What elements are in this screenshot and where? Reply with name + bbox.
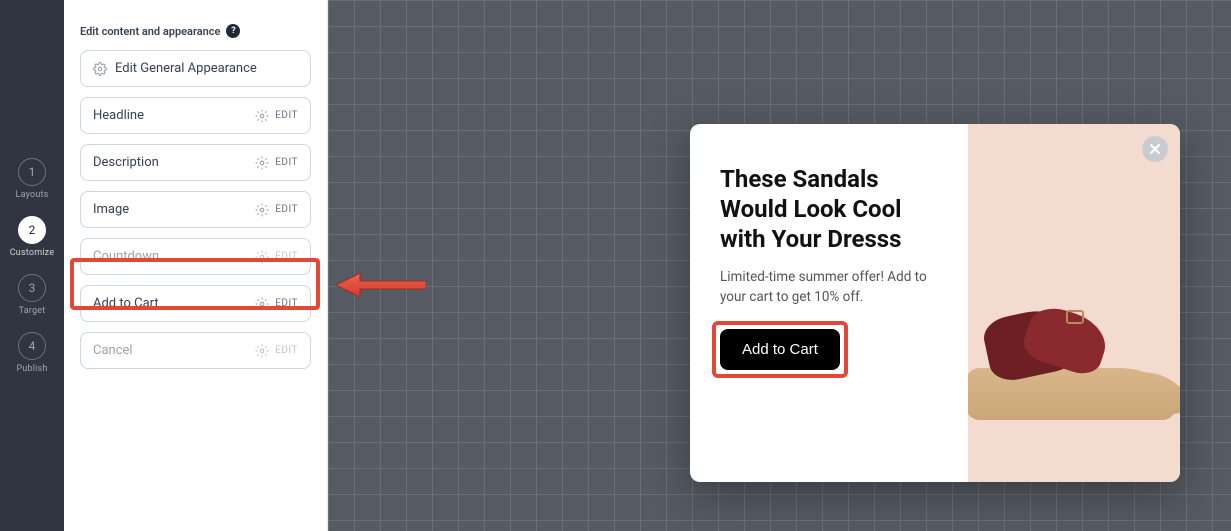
popup-description: Limited-time summer offer! Add to your c… [720,268,942,307]
help-icon[interactable]: ? [226,24,240,38]
block-label: Countdown [93,249,159,264]
popup-cta-wrap: Add to Cart [720,329,840,370]
block-countdown[interactable]: Countdown EDIT [80,238,311,275]
block-label: Headline [93,108,144,123]
block-cancel[interactable]: Cancel EDIT [80,332,311,369]
preview-canvas: These Sandals Would Look Cool with Your … [328,0,1231,531]
block-image[interactable]: Image EDIT [80,191,311,228]
sidebar-header: Edit content and appearance ? [80,24,311,38]
close-icon [1149,143,1161,155]
step-label: Layouts [16,190,49,200]
popup-close-button[interactable] [1142,136,1168,162]
gear-icon [255,156,269,170]
annotation-arrow-icon [336,273,426,297]
popup-add-to-cart-button[interactable]: Add to Cart [720,329,840,370]
customize-sidebar: Edit content and appearance ? Edit Gener… [64,0,328,531]
popup-preview: These Sandals Would Look Cool with Your … [690,124,1180,482]
block-label: Image [93,202,129,217]
step-number: 2 [18,216,46,244]
edit-label: EDIT [275,251,298,262]
gear-icon [255,297,269,311]
step-layouts[interactable]: 1 Layouts [16,158,49,200]
block-add-to-cart[interactable]: Add to Cart EDIT [80,285,311,322]
gear-icon [255,344,269,358]
block-label: Cancel [93,343,133,358]
step-label: Publish [16,364,47,374]
gear-icon [93,62,107,76]
step-rail: 1 Layouts 2 Customize 3 Target 4 Publish [0,0,64,531]
step-target[interactable]: 3 Target [18,274,46,316]
edit-label: EDIT [275,345,298,356]
step-publish[interactable]: 4 Publish [16,332,47,374]
step-number: 1 [18,158,46,186]
edit-label: EDIT [275,204,298,215]
step-label: Target [19,306,46,316]
step-number: 4 [18,332,46,360]
step-number: 3 [18,274,46,302]
edit-general-appearance-button[interactable]: Edit General Appearance [80,50,311,87]
product-illustration [968,270,1180,420]
edit-label: EDIT [275,110,298,121]
popup-image [968,124,1180,482]
general-appearance-label: Edit General Appearance [115,61,257,76]
edit-label: EDIT [275,157,298,168]
popup-headline: These Sandals Would Look Cool with Your … [720,164,942,254]
block-label: Add to Cart [93,296,159,311]
block-headline[interactable]: Headline EDIT [80,97,311,134]
block-description[interactable]: Description EDIT [80,144,311,181]
gear-icon [255,109,269,123]
edit-label: EDIT [275,298,298,309]
gear-icon [255,250,269,264]
step-label: Customize [10,248,55,258]
popup-content: These Sandals Would Look Cool with Your … [690,124,968,482]
block-label: Description [93,155,159,170]
sidebar-title: Edit content and appearance [80,25,220,38]
step-customize[interactable]: 2 Customize [10,216,55,258]
gear-icon [255,203,269,217]
